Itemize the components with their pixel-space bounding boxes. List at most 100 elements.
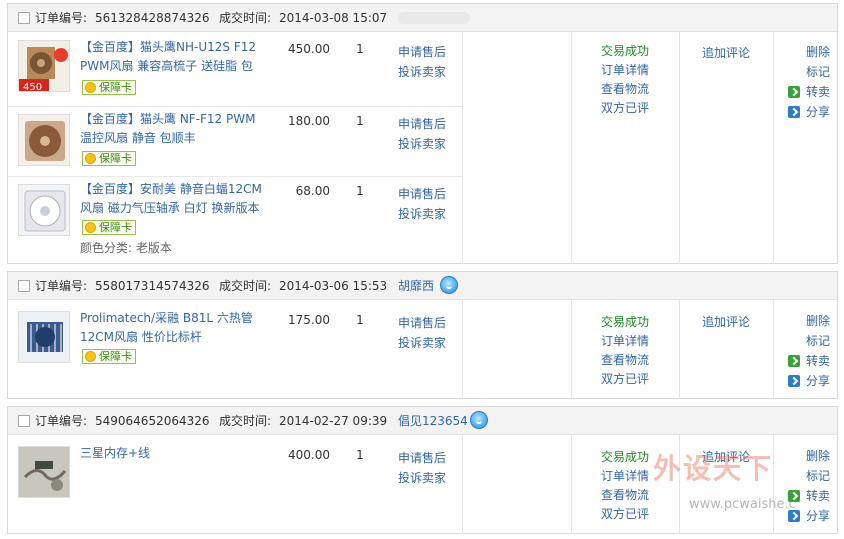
share-link[interactable]: 分享: [788, 371, 830, 391]
view-logistics-link[interactable]: 查看物流: [601, 80, 649, 99]
add-review-link[interactable]: 追加评论: [702, 44, 750, 61]
product-title-link[interactable]: 【金百度】猫头鹰 NF-F12 PWM 温控风扇 静音 包顺丰: [80, 110, 265, 148]
apply-after-sale-link[interactable]: 申请售后: [398, 114, 446, 134]
complain-seller-link[interactable]: 投诉卖家: [398, 62, 446, 82]
share-link[interactable]: 分享: [788, 102, 830, 122]
trade-status: 交易成功: [601, 450, 650, 464]
delete-link[interactable]: 删除: [788, 446, 830, 466]
item-quantity: 1: [356, 448, 364, 462]
product-title-link[interactable]: 【金百度】猫头鹰NH-U12S F12 PWM风扇 兼容高梳子 送硅脂 包: [80, 38, 265, 76]
apply-after-sale-link[interactable]: 申请售后: [398, 184, 446, 204]
order-operations: 删除 标记 转卖 分享: [788, 311, 830, 391]
deal-time-label: 成交时间:: [219, 279, 272, 293]
add-review-link[interactable]: 追加评论: [702, 313, 750, 330]
both-reviewed-link[interactable]: 双方已评: [601, 99, 649, 118]
add-review-link[interactable]: 追加评论: [702, 448, 750, 465]
product-thumbnail[interactable]: [18, 311, 70, 363]
resell-label: 转卖: [805, 85, 830, 99]
seller-name-link[interactable]: 胡靡西: [398, 279, 434, 293]
share-icon: [788, 510, 800, 522]
resell-icon: [788, 355, 800, 367]
resell-icon: [788, 86, 800, 98]
product-thumbnail[interactable]: [18, 184, 70, 236]
share-icon: [788, 106, 800, 118]
mark-link[interactable]: 标记: [788, 331, 830, 351]
order-checkbox[interactable]: [18, 280, 30, 292]
product-title-link[interactable]: 【金百度】安耐美 静音白蝠12CM 风扇 磁力气压轴承 白灯 换新版本: [80, 180, 265, 218]
item-price: 175.00: [288, 313, 330, 327]
order-status-block: 交易成功 订单详情 查看物流 双方已评: [601, 42, 649, 118]
apply-after-sale-link[interactable]: 申请售后: [398, 42, 446, 62]
resell-icon: [788, 490, 800, 502]
complain-seller-link[interactable]: 投诉卖家: [398, 134, 446, 154]
item-price: 68.00: [295, 184, 330, 198]
both-reviewed-link[interactable]: 双方已评: [601, 370, 649, 389]
share-icon: [788, 375, 800, 387]
item-quantity: 1: [356, 184, 364, 198]
view-logistics-link[interactable]: 查看物流: [601, 486, 649, 505]
item-price: 400.00: [288, 448, 330, 462]
order-number: 561328428874326: [95, 11, 210, 25]
guarantee-label: 保障卡: [99, 81, 132, 94]
guarantee-badge[interactable]: 保障卡: [82, 80, 136, 95]
order-checkbox[interactable]: [18, 415, 30, 427]
complain-seller-link[interactable]: 投诉卖家: [398, 204, 446, 224]
resell-link[interactable]: 转卖: [788, 351, 830, 371]
view-logistics-link[interactable]: 查看物流: [601, 351, 649, 370]
order-number: 549064652064326: [95, 414, 210, 428]
order-number: 558017314574326: [95, 279, 210, 293]
trade-status: 交易成功: [601, 315, 650, 329]
trade-status: 交易成功: [601, 44, 650, 58]
mark-link[interactable]: 标记: [788, 466, 830, 486]
thumb-price-tag: 450: [23, 82, 42, 92]
product-thumbnail[interactable]: [18, 114, 70, 166]
resell-link[interactable]: 转卖: [788, 82, 830, 102]
apply-after-sale-link[interactable]: 申请售后: [398, 313, 446, 333]
share-label: 分享: [805, 105, 830, 119]
item-attribute: 颜色分类: 老版本: [80, 241, 172, 255]
product-title-link[interactable]: 三星内存+线: [80, 444, 265, 463]
resell-link[interactable]: 转卖: [788, 486, 830, 506]
order-card: 订单编号: 558017314574326 成交时间: 2014-03-06 1…: [7, 271, 838, 399]
product-thumbnail[interactable]: [18, 446, 70, 498]
guarantee-badge[interactable]: 保障卡: [82, 349, 136, 364]
order-detail-link[interactable]: 订单详情: [601, 467, 649, 486]
product-thumbnail[interactable]: 450: [18, 40, 70, 92]
product-title-link[interactable]: Prolimatech/采融 B81L 六热管 12CM风扇 性价比标杆: [80, 309, 265, 347]
guarantee-icon: [85, 153, 96, 164]
wangwang-chat-icon[interactable]: [470, 411, 488, 429]
guarantee-badge[interactable]: 保障卡: [82, 151, 136, 166]
item-price: 450.00: [288, 42, 330, 56]
share-label: 分享: [805, 509, 830, 523]
guarantee-label: 保障卡: [99, 221, 132, 234]
wangwang-chat-icon[interactable]: [440, 276, 458, 294]
delete-link[interactable]: 删除: [788, 311, 830, 331]
seller-name-blurred: [398, 12, 470, 24]
delete-link[interactable]: 删除: [788, 42, 830, 62]
deal-time-label: 成交时间:: [219, 414, 272, 428]
complain-seller-link[interactable]: 投诉卖家: [398, 333, 446, 353]
guarantee-badge[interactable]: 保障卡: [82, 220, 136, 235]
order-detail-link[interactable]: 订单详情: [601, 332, 649, 351]
complain-seller-link[interactable]: 投诉卖家: [398, 468, 446, 488]
order-header: 订单编号: 561328428874326 成交时间: 2014-03-08 1…: [8, 4, 837, 32]
item-quantity: 1: [356, 114, 364, 128]
guarantee-icon: [85, 351, 96, 362]
item-quantity: 1: [356, 42, 364, 56]
seller-name-link[interactable]: 倡见123654: [398, 414, 468, 428]
apply-after-sale-link[interactable]: 申请售后: [398, 448, 446, 468]
order-card: 订单编号: 549064652064326 成交时间: 2014-02-27 0…: [7, 406, 838, 534]
guarantee-icon: [85, 82, 96, 93]
both-reviewed-link[interactable]: 双方已评: [601, 505, 649, 524]
guarantee-label: 保障卡: [99, 152, 132, 165]
share-link[interactable]: 分享: [788, 506, 830, 526]
deal-time: 2014-02-27 09:39: [279, 414, 388, 428]
order-header: 订单编号: 558017314574326 成交时间: 2014-03-06 1…: [8, 272, 837, 300]
order-detail-link[interactable]: 订单详情: [601, 61, 649, 80]
resell-label: 转卖: [805, 489, 830, 503]
mark-link[interactable]: 标记: [788, 62, 830, 82]
order-number-label: 订单编号:: [35, 279, 88, 293]
order-operations: 删除 标记 转卖 分享: [788, 446, 830, 526]
order-status-block: 交易成功 订单详情 查看物流 双方已评: [601, 448, 649, 524]
order-checkbox[interactable]: [18, 12, 30, 24]
